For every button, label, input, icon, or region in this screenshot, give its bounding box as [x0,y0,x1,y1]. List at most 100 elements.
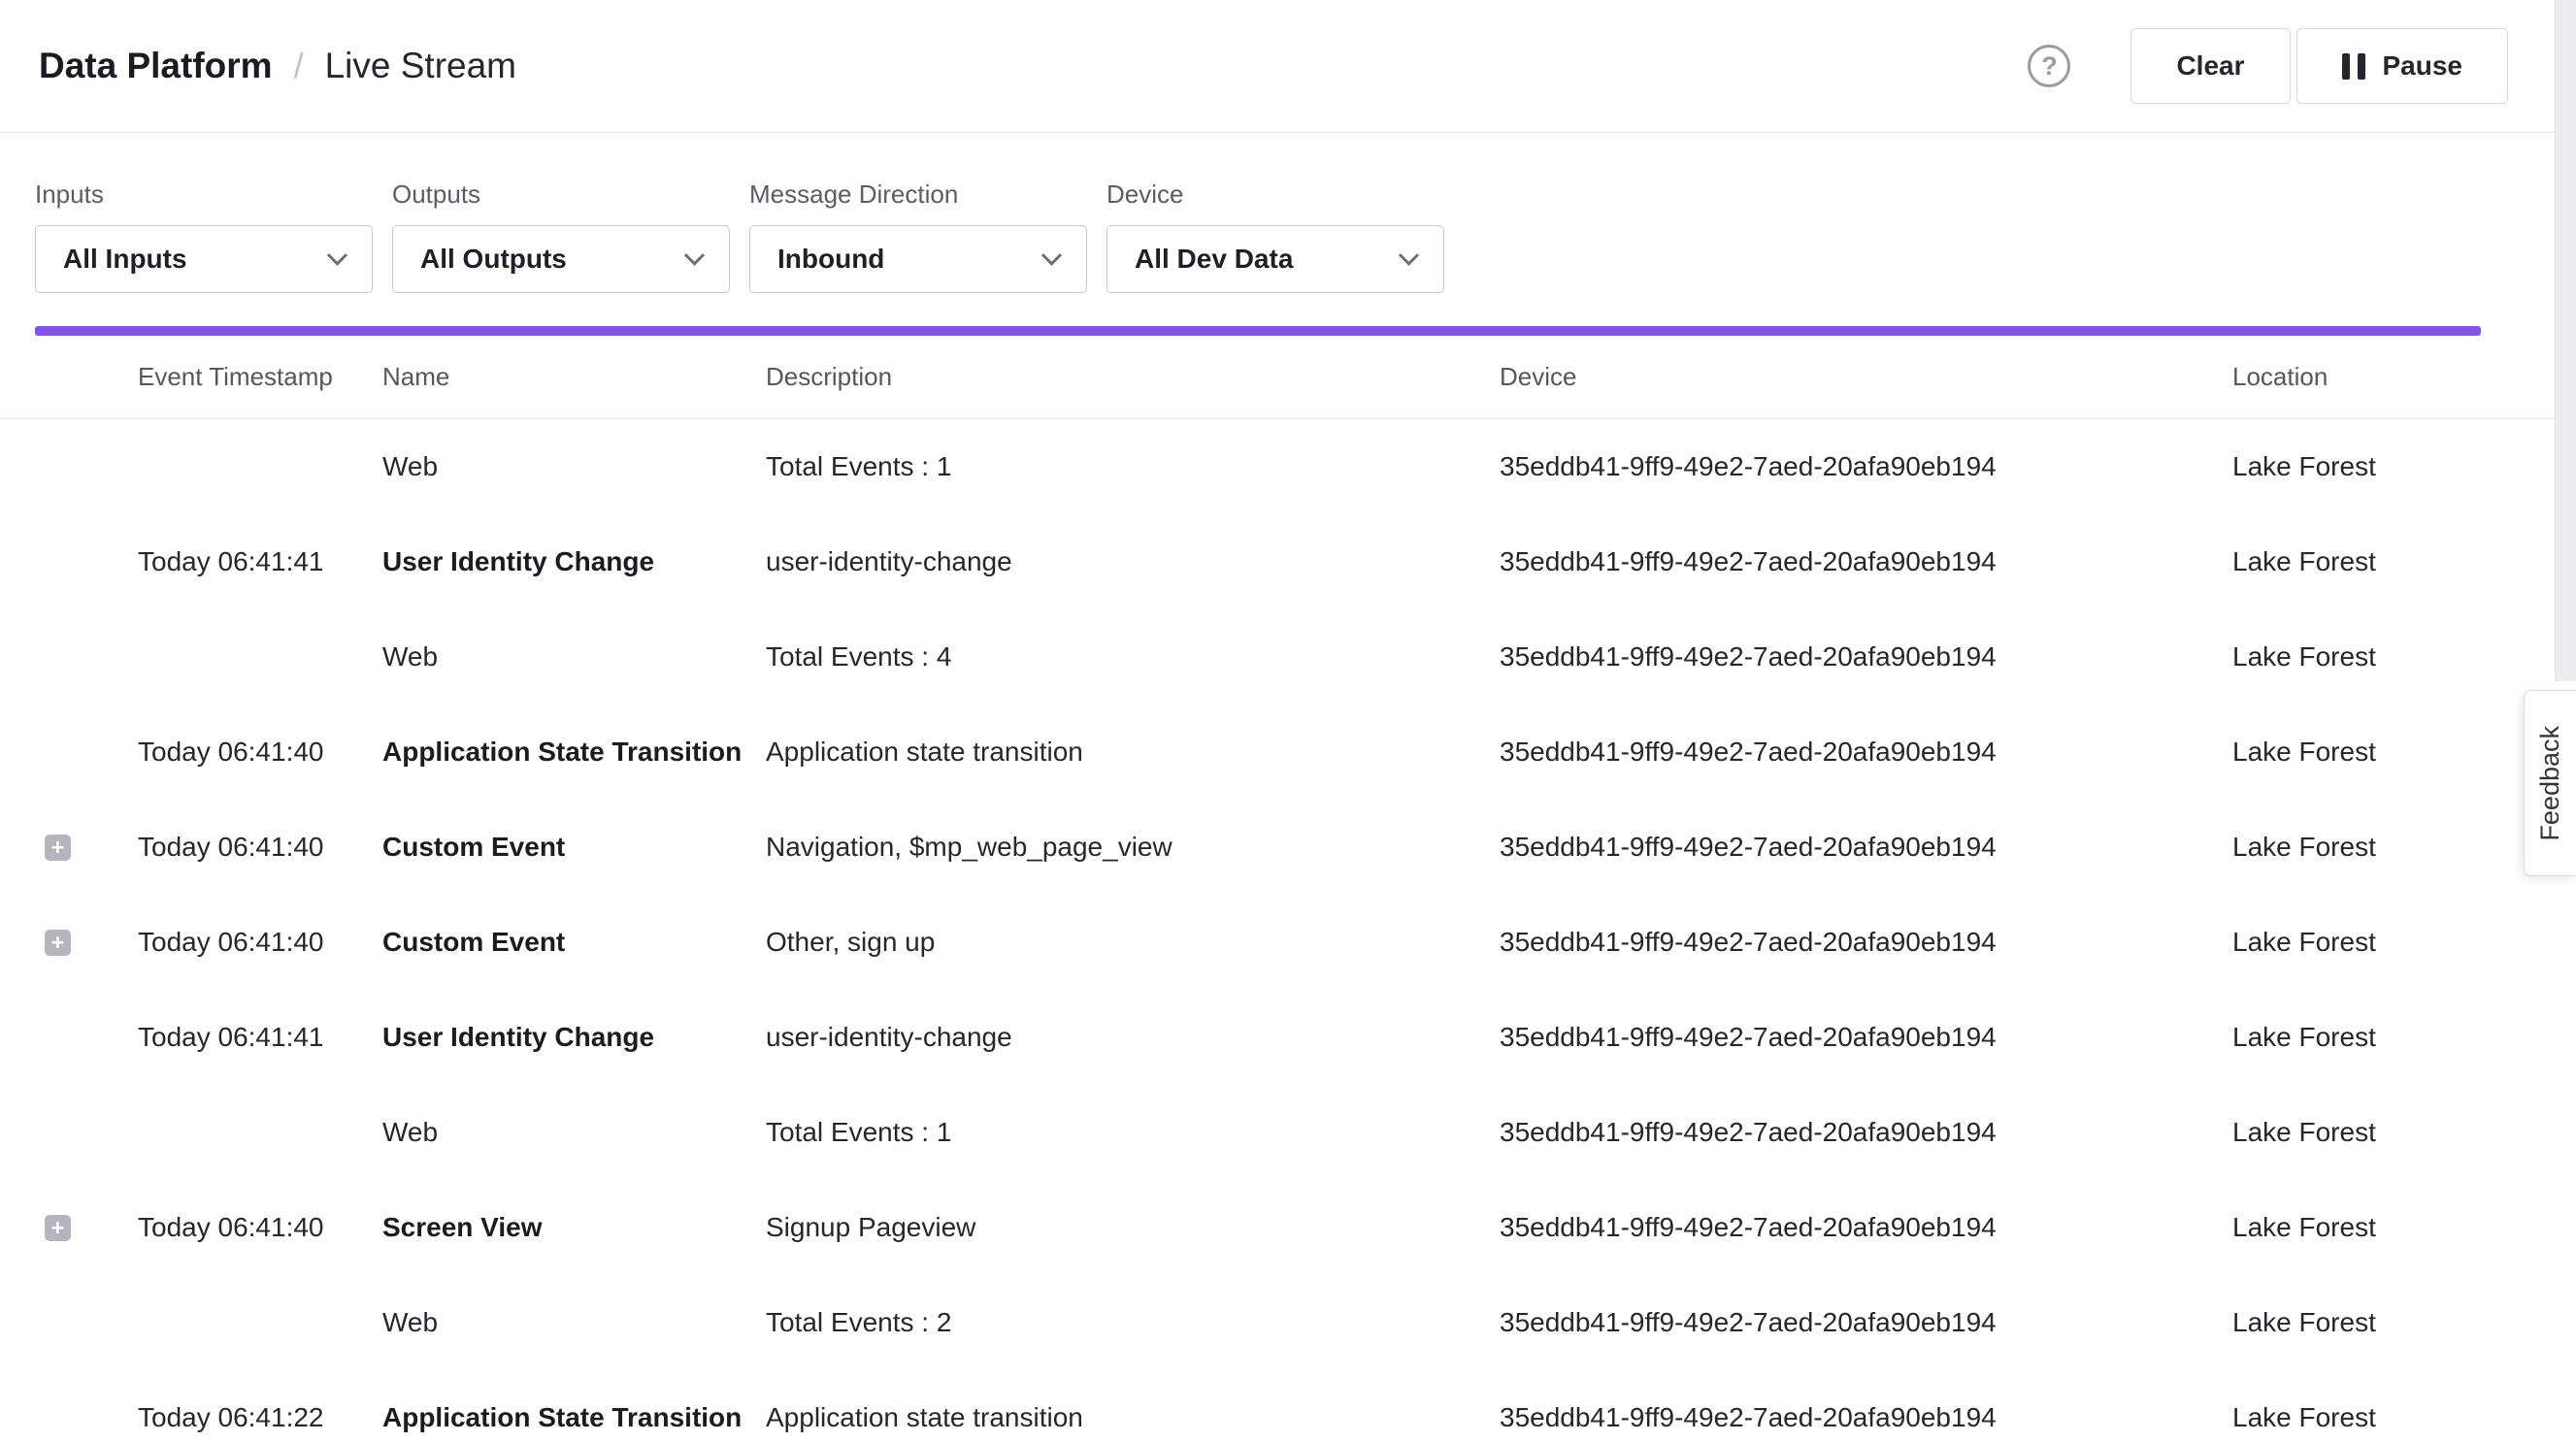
event-device-id: 35eddb41-9ff9-49e2-7aed-20afa90eb194 [1500,927,2232,958]
expand-row-icon[interactable]: + [45,930,71,956]
filter-inputs: Inputs All Inputs [35,180,373,293]
table-row[interactable]: WebTotal Events : 135eddb41-9ff9-49e2-7a… [0,1085,2576,1180]
filter-label: Outputs [392,180,730,210]
page-title: Live Stream [325,46,516,86]
inputs-select[interactable]: All Inputs [35,225,373,293]
filter-label: Inputs [35,180,373,210]
inputs-select-value: All Inputs [63,244,187,275]
event-name: Web [382,1307,766,1338]
event-description: Navigation, $mp_web_page_view [766,832,1500,863]
event-timestamp: Today 06:41:22 [138,1402,382,1433]
event-description: Total Events : 1 [766,1117,1500,1148]
pause-button-label: Pause [2383,50,2463,82]
live-stream-activity-bar [35,326,2481,336]
table-row[interactable]: + Today 06:41:40Custom EventOther, sign u… [0,895,2576,990]
filter-label: Message Direction [749,180,1087,210]
table-header: Event Timestamp Name Description Device … [0,336,2576,419]
event-device-id: 35eddb41-9ff9-49e2-7aed-20afa90eb194 [1500,1402,2232,1433]
event-location: Lake Forest [2232,1022,2481,1053]
event-device-id: 35eddb41-9ff9-49e2-7aed-20afa90eb194 [1500,641,2232,672]
filter-label: Device [1106,180,1444,210]
table-row[interactable]: Today 06:41:41User Identity Changeuser-i… [0,990,2576,1085]
expand-row-icon[interactable]: + [45,1215,71,1241]
scrollbar[interactable] [2555,0,2576,681]
help-icon[interactable]: ? [2028,45,2070,87]
column-event-timestamp: Event Timestamp [138,362,382,392]
breadcrumb-root[interactable]: Data Platform [39,46,273,86]
event-device-id: 35eddb41-9ff9-49e2-7aed-20afa90eb194 [1500,546,2232,577]
event-description: Application state transition [766,1402,1500,1433]
event-device-id: 35eddb41-9ff9-49e2-7aed-20afa90eb194 [1500,1307,2232,1338]
event-name: Custom Event [382,927,766,958]
table-row[interactable]: WebTotal Events : 135eddb41-9ff9-49e2-7a… [0,419,2576,514]
table-row[interactable]: WebTotal Events : 235eddb41-9ff9-49e2-7a… [0,1275,2576,1370]
table-row[interactable]: +Today 06:41:40Screen ViewSignup Pagevie… [0,1180,2576,1275]
event-device-id: 35eddb41-9ff9-49e2-7aed-20afa90eb194 [1500,1117,2232,1148]
event-name: Application State Transition [382,737,766,768]
chevron-down-icon [1041,245,1062,265]
event-location: Lake Forest [2232,737,2481,768]
clear-button[interactable]: Clear [2130,28,2290,104]
event-timestamp: Today 06:41:40 [138,832,382,863]
event-name: User Identity Change [382,546,766,577]
column-location: Location [2232,362,2481,392]
table-row[interactable]: WebTotal Events : 435eddb41-9ff9-49e2-7a… [0,609,2576,705]
event-location: Lake Forest [2232,641,2481,672]
event-location: Lake Forest [2232,1307,2481,1338]
feedback-tab-label: Feedback [2535,726,2565,841]
event-location: Lake Forest [2232,451,2481,482]
event-description: Total Events : 4 [766,641,1500,672]
event-name: Screen View [382,1212,766,1243]
pause-icon [2342,53,2365,80]
device-select-value: All Dev Data [1135,244,1293,275]
event-device-id: 35eddb41-9ff9-49e2-7aed-20afa90eb194 [1500,832,2232,863]
filter-outputs: Outputs All Outputs [392,180,730,293]
chevron-down-icon [1399,245,1419,265]
message-direction-select[interactable]: Inbound [749,225,1087,293]
column-device: Device [1500,362,2232,392]
event-location: Lake Forest [2232,1402,2481,1433]
event-name: User Identity Change [382,1022,766,1053]
event-device-id: 35eddb41-9ff9-49e2-7aed-20afa90eb194 [1500,1022,2232,1053]
outputs-select-value: All Outputs [420,244,567,275]
event-name: Custom Event [382,832,766,863]
column-name: Name [382,362,766,392]
event-device-id: 35eddb41-9ff9-49e2-7aed-20afa90eb194 [1500,1212,2232,1243]
event-name: Application State Transition [382,1402,766,1433]
outputs-select[interactable]: All Outputs [392,225,730,293]
event-timestamp: Today 06:41:41 [138,546,382,577]
device-select[interactable]: All Dev Data [1106,225,1444,293]
event-description: user-identity-change [766,1022,1500,1053]
chevron-down-icon [327,245,347,265]
breadcrumb-separator: / [294,46,304,86]
expand-row-icon[interactable]: + [45,835,71,861]
event-timestamp: Today 06:41:40 [138,737,382,768]
filter-device: Device All Dev Data [1106,180,1444,293]
event-location: Lake Forest [2232,832,2481,863]
pause-button[interactable]: Pause [2296,28,2509,104]
event-description: Application state transition [766,737,1500,768]
feedback-tab[interactable]: Feedback [2524,690,2576,876]
event-name: Web [382,641,766,672]
event-name: Web [382,1117,766,1148]
message-direction-select-value: Inbound [777,244,884,275]
event-timestamp: Today 06:41:40 [138,927,382,958]
filter-message-direction: Message Direction Inbound [749,180,1087,293]
event-description: user-identity-change [766,546,1500,577]
event-description: Total Events : 1 [766,451,1500,482]
filter-bar: Inputs All Inputs Outputs All Outputs Me… [0,133,2576,293]
table-row[interactable]: Today 06:41:41User Identity Changeuser-i… [0,514,2576,609]
expand-cell: + [35,930,138,956]
expand-cell: + [35,835,138,861]
chevron-down-icon [684,245,705,265]
breadcrumb: Data Platform / Live Stream [39,46,516,86]
table-row[interactable]: Today 06:41:40Application State Transiti… [0,705,2576,800]
event-location: Lake Forest [2232,1212,2481,1243]
event-description: Total Events : 2 [766,1307,1500,1338]
table-row[interactable]: Today 06:41:22Application State Transiti… [0,1370,2576,1442]
event-device-id: 35eddb41-9ff9-49e2-7aed-20afa90eb194 [1500,737,2232,768]
expand-cell: + [35,1215,138,1241]
table-row[interactable]: + Today 06:41:40Custom EventNavigation, $… [0,800,2576,895]
event-description: Other, sign up [766,927,1500,958]
event-location: Lake Forest [2232,546,2481,577]
